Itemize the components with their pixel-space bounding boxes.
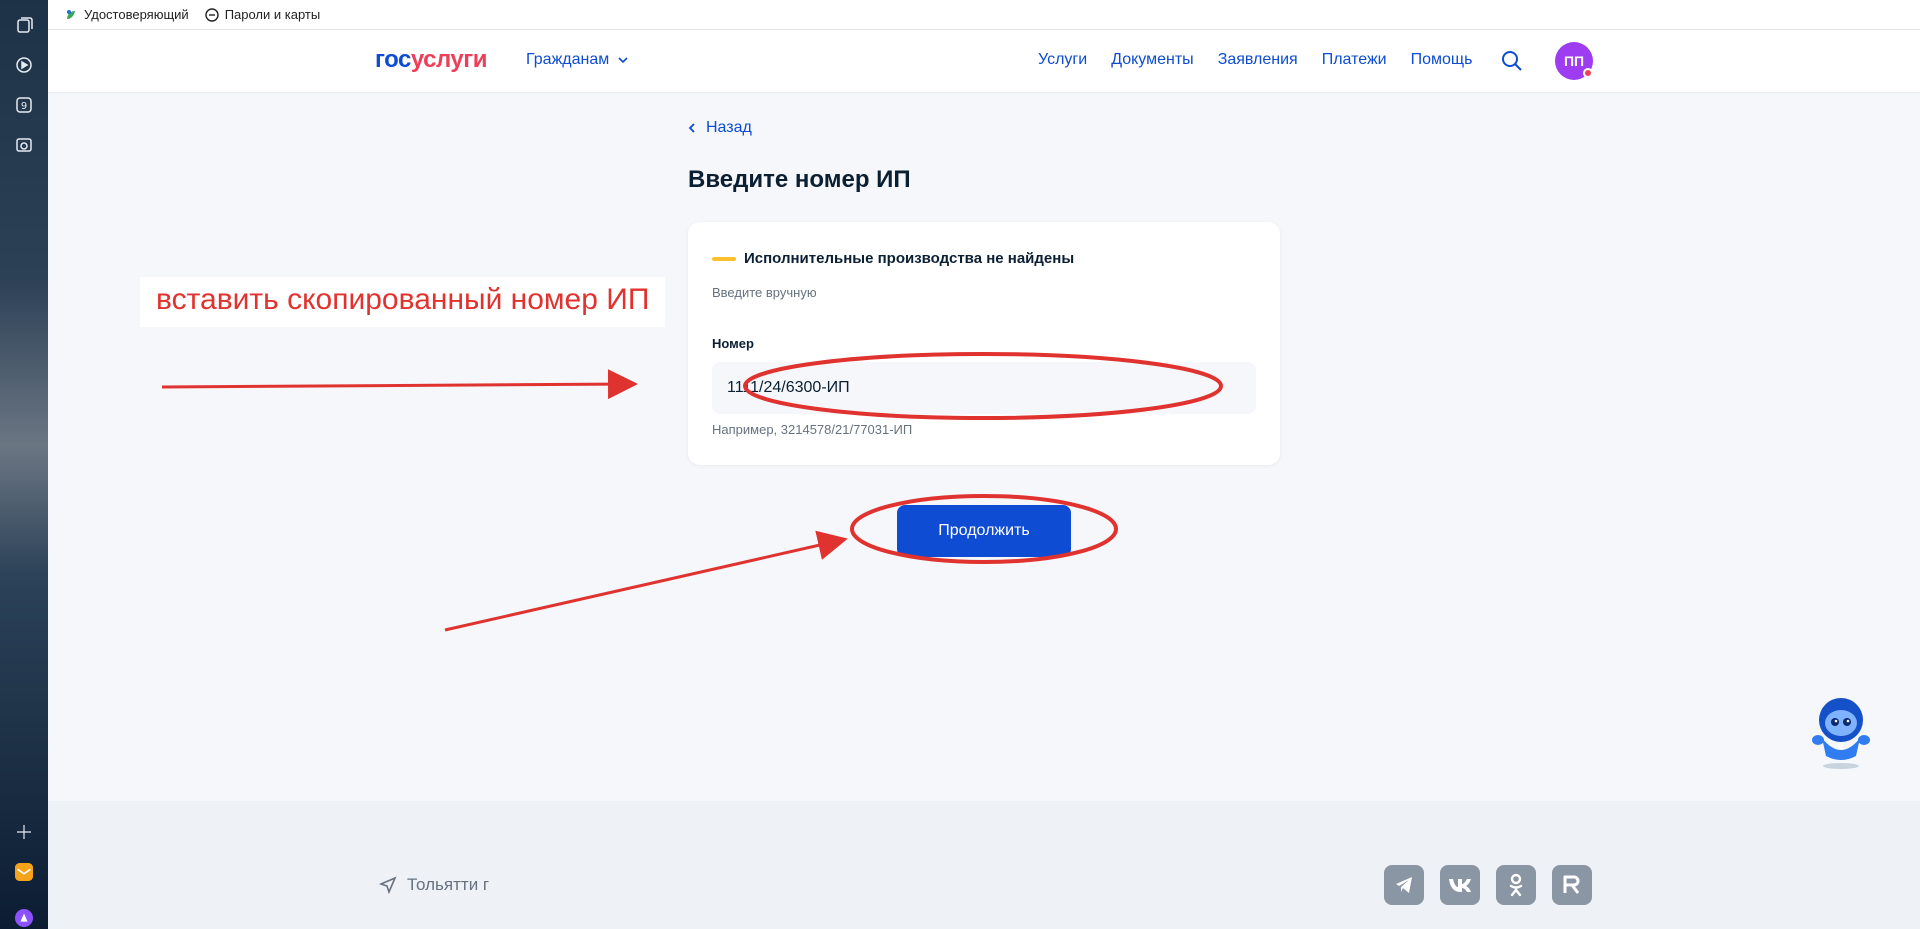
nav-services[interactable]: Услуги	[1038, 51, 1087, 69]
browser-sidebar: 9	[0, 0, 48, 929]
robot-assistant-icon[interactable]	[1808, 690, 1874, 770]
nine-icon[interactable]: 9	[14, 95, 34, 115]
nav-applications[interactable]: Заявления	[1218, 51, 1298, 69]
manual-hint: Введите вручную	[712, 285, 817, 300]
rutube-icon[interactable]	[1552, 865, 1592, 905]
site-header: госуслуги Гражданам Услуги Документы Зая…	[48, 30, 1920, 93]
continue-button[interactable]: Продолжить	[897, 505, 1071, 557]
ip-number-input[interactable]	[712, 362, 1256, 414]
gosuslugi-logo[interactable]: госуслуги	[375, 46, 488, 74]
nav-help[interactable]: Помощь	[1411, 51, 1473, 69]
bookmarks-bar: Удостоверяющий Пароли и карты	[48, 0, 1920, 30]
social-links	[1384, 865, 1592, 905]
status-text: Исполнительные производства не найдены	[744, 250, 1075, 267]
location-arrow-icon	[379, 876, 397, 894]
ok-icon[interactable]	[1496, 865, 1536, 905]
chevron-left-icon	[688, 123, 695, 133]
number-field-label: Номер	[712, 336, 754, 351]
form-card: Исполнительные производства не найдены В…	[688, 222, 1280, 465]
annotation-arrow-input	[161, 369, 638, 400]
main-nav: Услуги Документы Заявления Платежи Помощ…	[1038, 51, 1472, 69]
avatar[interactable]: ПП	[1555, 42, 1593, 80]
audience-dropdown[interactable]: Гражданам	[526, 51, 629, 69]
bookmark-passwords[interactable]: Пароли и карты	[204, 7, 321, 22]
bookmark-leaf-icon	[67, 9, 75, 19]
logo-part-gos: гос	[375, 46, 411, 73]
mail-app-icon[interactable]	[14, 862, 34, 882]
nav-payments[interactable]: Платежи	[1322, 51, 1387, 69]
footer: Тольятти г	[48, 801, 1920, 929]
bookmark-certificate[interactable]: Удостоверяющий	[64, 7, 189, 22]
page-title: Введите номер ИП	[688, 166, 911, 193]
back-link[interactable]: Назад	[688, 119, 752, 137]
screenshot-icon[interactable]	[14, 135, 34, 155]
chevron-down-icon	[618, 57, 628, 64]
annotation-text: вставить скопированный номер ИП	[140, 277, 666, 327]
audience-label: Гражданам	[526, 51, 610, 68]
nav-documents[interactable]: Документы	[1111, 51, 1193, 69]
alice-icon[interactable]	[14, 908, 34, 928]
notification-dot	[1583, 68, 1593, 78]
location-selector[interactable]: Тольятти г	[379, 875, 489, 895]
bookmark-label: Удостоверяющий	[84, 7, 189, 22]
search-icon[interactable]	[1500, 49, 1524, 73]
bookmark-label: Пароли и карты	[224, 7, 321, 22]
status-message: Исполнительные производства не найдены	[712, 250, 1074, 267]
add-icon[interactable]	[14, 822, 34, 842]
tabs-icon[interactable]	[14, 15, 34, 35]
warning-bar-icon	[712, 256, 736, 261]
key-circle-icon	[204, 7, 219, 22]
vk-icon[interactable]	[1440, 865, 1480, 905]
video-icon[interactable]	[14, 55, 34, 75]
telegram-icon[interactable]	[1384, 865, 1424, 905]
logo-part-uslugi: услуги	[410, 46, 488, 73]
svg-text:9: 9	[21, 101, 27, 112]
back-label: Назад	[706, 119, 752, 136]
avatar-initials: ПП	[1563, 53, 1585, 69]
annotation-arrow-button	[444, 530, 848, 632]
location-label: Тольятти г	[407, 875, 490, 894]
field-example: Например, 3214578/21/77031-ИП	[712, 422, 913, 437]
